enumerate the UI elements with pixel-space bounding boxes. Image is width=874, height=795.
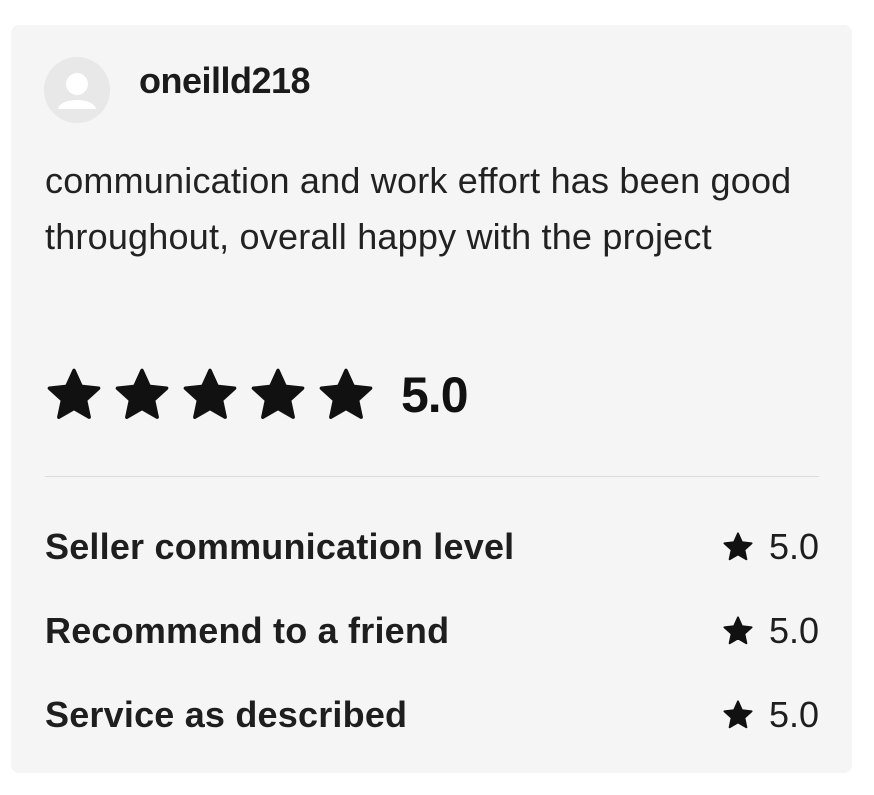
sub-rating-value: 5.0 (768, 694, 819, 735)
sub-rating-value: 5.0 (768, 526, 819, 567)
sub-rating-row: Recommend to a friend 5.0 (45, 606, 819, 656)
sub-rating: 5.0 (722, 694, 819, 736)
sub-rating-label: Recommend to a friend (45, 610, 450, 651)
divider (45, 476, 819, 477)
star-icon (723, 700, 753, 729)
overall-rating: 5.0 (45, 365, 469, 425)
star-icon (47, 368, 101, 419)
overall-rating-value: 5.0 (401, 367, 469, 423)
sub-rating-row: Service as described 5.0 (45, 690, 819, 740)
overall-stars (45, 366, 375, 424)
star-icon (319, 368, 373, 419)
avatar[interactable] (44, 57, 110, 123)
star-icon (723, 616, 753, 645)
review-text: communication and work effort has been g… (45, 160, 792, 257)
sub-rating-label: Seller communication level (45, 526, 515, 567)
sub-rating-row: Seller communication level 5.0 (45, 522, 819, 572)
sub-rating-value: 5.0 (768, 610, 819, 651)
review-header: oneilld218 (44, 57, 311, 123)
sub-rating: 5.0 (722, 526, 819, 568)
sub-rating: 5.0 (722, 610, 819, 652)
reviewer-username[interactable]: oneilld218 (139, 60, 311, 102)
star-icon (723, 532, 753, 561)
star-icon (251, 368, 305, 419)
star-icon (115, 368, 169, 419)
user-avatar-icon (44, 57, 110, 123)
sub-rating-label: Service as described (45, 694, 408, 735)
review-card: oneilld218 communication and work effort… (11, 25, 852, 773)
star-icon (183, 368, 237, 419)
